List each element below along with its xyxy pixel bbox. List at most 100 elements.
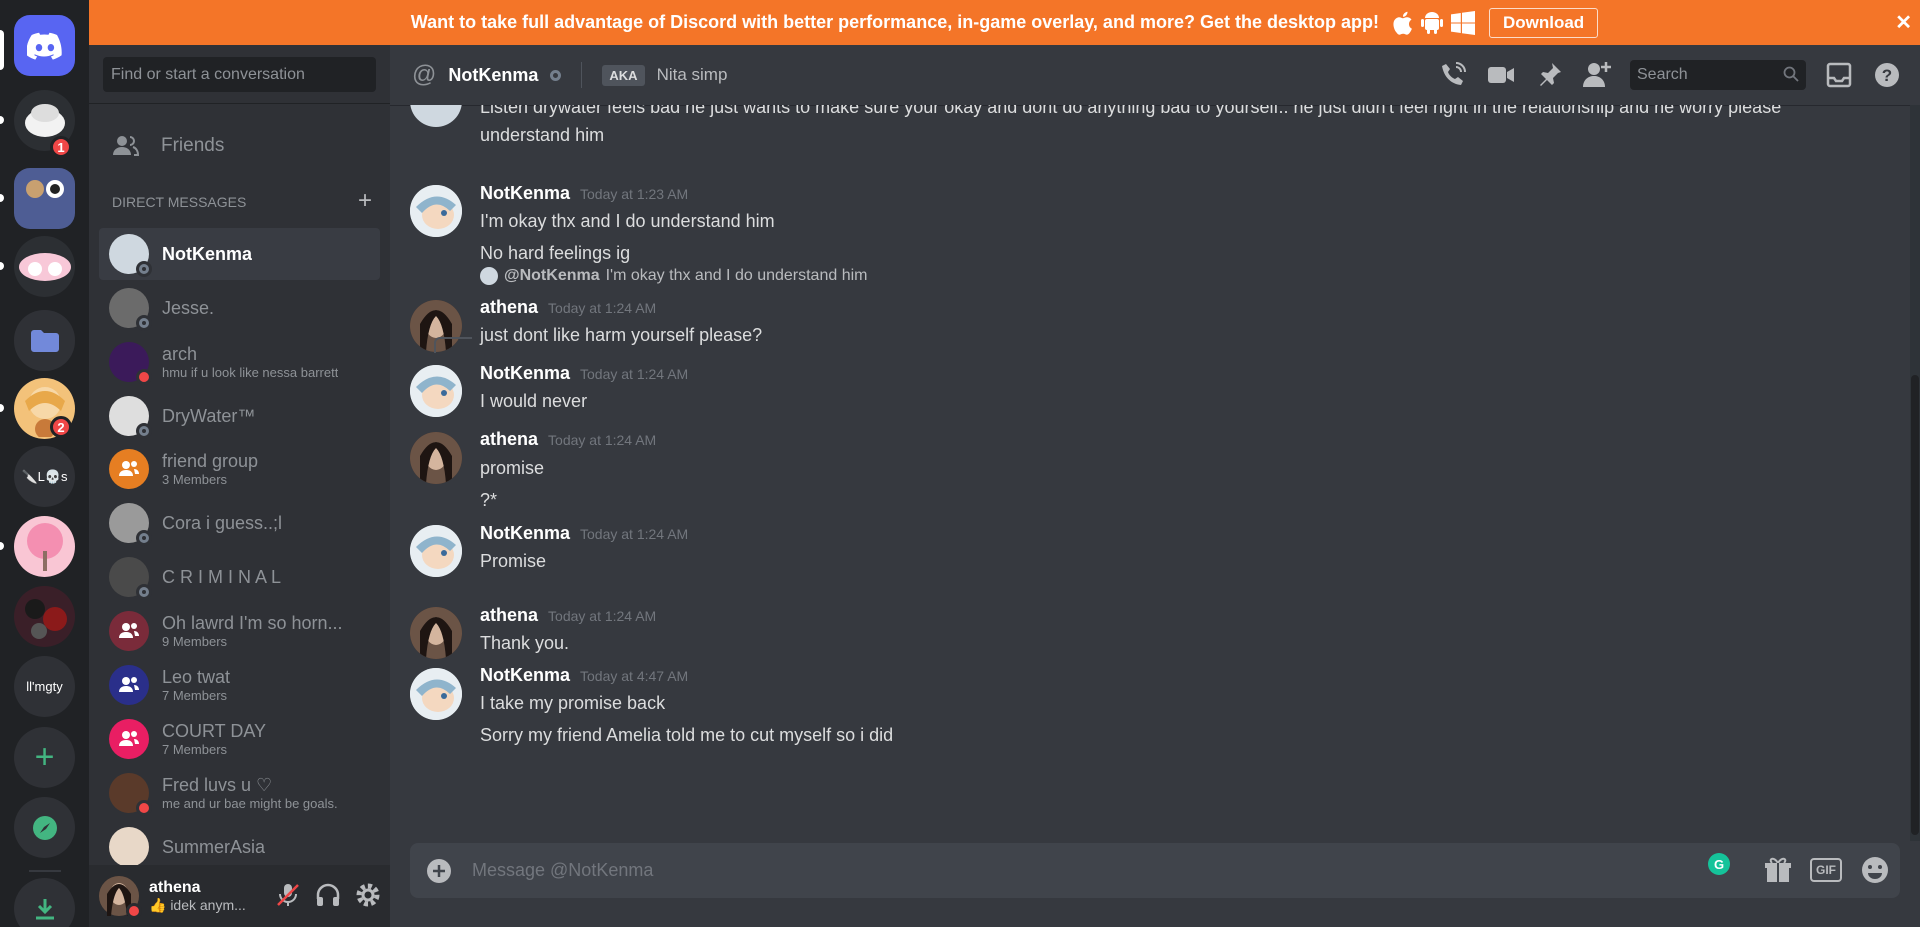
message-author[interactable]: NotKenma [480, 183, 570, 204]
header-search-input[interactable]: Search [1630, 60, 1806, 90]
dm-name: arch [162, 344, 198, 364]
message-header: athena Today at 1:24 AM [480, 297, 656, 318]
message-avatar[interactable] [410, 432, 462, 484]
message-content: No hard feelings ig [480, 243, 631, 263]
download-icon [35, 898, 54, 919]
message-avatar[interactable] [410, 607, 462, 659]
emoji-picker-icon[interactable] [1860, 855, 1890, 885]
dm-item[interactable]: DryWater™ [99, 390, 380, 442]
banner-close-button[interactable]: ✕ [1895, 10, 1912, 35]
server-folder[interactable] [14, 168, 75, 229]
message-scrollbar[interactable] [1910, 105, 1920, 841]
pin-icon[interactable] [1534, 60, 1564, 90]
server-icon[interactable]: ll'mgty [14, 656, 75, 717]
dm-item[interactable]: Cora i guess..;l [99, 497, 380, 549]
friends-label: Friends [161, 135, 225, 156]
reply-reference[interactable]: @NotKenma I'm okay thx and I do understan… [480, 267, 867, 285]
download-button[interactable]: Download [1488, 7, 1599, 38]
server-icon[interactable] [14, 236, 75, 297]
message-author[interactable]: NotKenma [480, 363, 570, 384]
message-timestamp: Today at 1:23 AM [580, 186, 689, 202]
server-icon[interactable]: 🔪L💀s [14, 446, 75, 507]
dm-subtext: 7 Members [162, 688, 228, 703]
dm-subtext: 7 Members [162, 742, 228, 757]
message-avatar[interactable] [410, 525, 462, 577]
dm-item[interactable]: C R I M I N A L [99, 551, 380, 603]
dm-item[interactable]: NotKenma [99, 228, 380, 280]
avatar-image [410, 185, 462, 237]
message-author[interactable]: NotKenma [480, 665, 570, 686]
gift-icon[interactable] [1764, 856, 1792, 884]
message-input[interactable]: Message @NotKenma [472, 860, 653, 881]
settings-gear-icon[interactable] [354, 881, 382, 909]
server-icon[interactable] [14, 586, 75, 647]
offline-status-icon [136, 423, 152, 439]
dm-item[interactable]: friend group 3 Members [99, 443, 380, 495]
message-author[interactable]: athena [480, 429, 538, 450]
message-avatar[interactable] [410, 668, 462, 720]
voice-call-icon[interactable] [1438, 60, 1468, 90]
discord-home-button[interactable] [14, 15, 75, 76]
add-server-button[interactable]: + [14, 727, 75, 788]
nickname-list[interactable]: Nita simp [657, 65, 728, 85]
upload-plus-icon[interactable] [426, 858, 452, 884]
find-conversation-button[interactable]: Find or start a conversation [103, 57, 376, 92]
scrollbar-thumb[interactable] [1911, 375, 1919, 835]
message-avatar[interactable] [410, 365, 462, 417]
message-timestamp: Today at 1:24 AM [548, 432, 657, 448]
message-avatar[interactable] [410, 185, 462, 237]
apple-icon [1393, 11, 1412, 35]
folder-servers-icon [25, 179, 64, 198]
grammarly-icon[interactable]: G [1708, 853, 1730, 875]
dm-name: Jesse. [162, 297, 215, 318]
offline-status-icon [136, 584, 152, 600]
dm-item[interactable]: Jesse. [99, 282, 380, 334]
friends-nav-item[interactable]: Friends [99, 121, 380, 171]
friends-icon [113, 136, 139, 156]
explore-servers-button[interactable] [14, 797, 75, 858]
create-dm-button[interactable]: + [358, 189, 372, 213]
dm-name: SummerAsia [162, 836, 266, 857]
gif-picker-button[interactable]: GIF [1810, 858, 1842, 882]
dm-item[interactable]: arch hmu if u look like nessa barrett [99, 336, 380, 388]
message-content: just dont like harm yourself please? [480, 325, 763, 345]
message-author[interactable]: athena [480, 605, 538, 626]
mute-mic-icon[interactable] [274, 881, 302, 909]
message-avatar[interactable] [410, 105, 462, 127]
message-author[interactable]: athena [480, 297, 538, 318]
dm-item[interactable]: Leo twat 7 Members [99, 659, 380, 711]
dm-avatar [109, 827, 149, 867]
add-friend-to-dm-icon[interactable] [1582, 60, 1612, 90]
user-avatar[interactable] [99, 876, 142, 919]
dm-avatar [109, 665, 149, 705]
folder-button[interactable] [14, 310, 75, 371]
dm-avatar [109, 611, 149, 651]
message-timestamp: Today at 1:24 AM [548, 300, 657, 316]
divider [89, 103, 390, 104]
dm-text: COURT DAY 7 Members [162, 721, 266, 757]
server-avatar-icon [18, 252, 71, 281]
dnd-status-icon [126, 903, 142, 919]
dm-item[interactable]: Oh lawrd I'm so horn... 9 Members [99, 605, 380, 657]
user-controls [274, 881, 382, 909]
cherry-tree-icon [26, 522, 63, 571]
headphones-icon[interactable] [314, 881, 342, 909]
help-icon[interactable]: ? [1872, 60, 1902, 90]
message-composer: Message @NotKenma G GIF [410, 843, 1900, 898]
dm-subtext: 3 Members [162, 472, 228, 487]
dm-item[interactable]: COURT DAY 7 Members [99, 713, 380, 765]
video-call-icon[interactable] [1486, 60, 1516, 90]
offline-status-icon [136, 530, 152, 546]
server-icon[interactable] [14, 516, 75, 577]
dm-item[interactable]: Fred luvs u ♡ me and ur bae might be goal… [99, 767, 380, 819]
inbox-icon[interactable] [1824, 60, 1854, 90]
download-apps-button[interactable] [14, 878, 75, 927]
desktop-app-banner: Want to take full advantage of Discord w… [89, 0, 1920, 45]
selected-indicator [0, 30, 4, 70]
dm-avatar [109, 234, 152, 277]
server-name-text: ll'mgty [26, 679, 63, 694]
plus-icon: + [34, 738, 55, 776]
group-dm-icon [119, 677, 139, 692]
message-author[interactable]: NotKenma [480, 523, 570, 544]
search-icon [1783, 66, 1799, 82]
